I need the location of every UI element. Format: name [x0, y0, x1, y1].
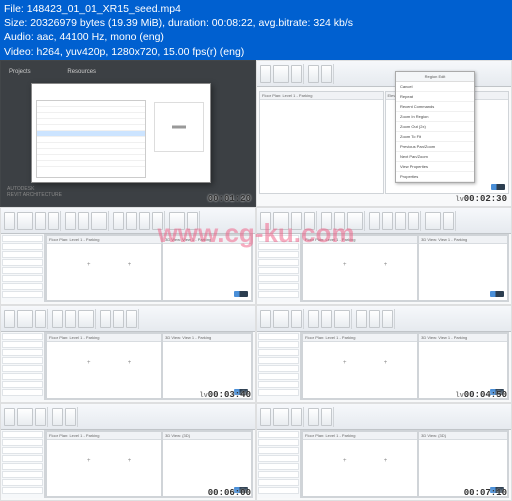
- properties-panel[interactable]: [257, 332, 301, 400]
- revit-brand: AUTODESK REVIT ARCHITECTURE: [7, 186, 62, 198]
- audio-line: Audio: aac, 44100 Hz, mono (eng): [4, 30, 508, 44]
- revit-splash: Projects Resources AUTODESK REVIT ARCHIT…: [1, 61, 255, 206]
- timestamp-0: 00:01:20: [208, 194, 251, 204]
- thumb-6: Floor Plan: Level 1 - Parking 3D View: {…: [0, 403, 256, 501]
- ctx-cancel[interactable]: Cancel: [396, 82, 474, 92]
- timestamp-5: lv00:04:50: [455, 390, 507, 400]
- ctx-zoomin[interactable]: Zoom In Region: [396, 112, 474, 122]
- thumb-7: Floor Plan: Level 1 - Parking 3D View: {…: [256, 403, 512, 501]
- ctx-repeat[interactable]: Repeat: [396, 92, 474, 102]
- thumbnail-grid: Projects Resources AUTODESK REVIT ARCHIT…: [0, 60, 512, 500]
- video-line: Video: h264, yuv420p, 1280x720, 15.00 fp…: [4, 45, 508, 59]
- timestamp-1: lv00:02:30: [455, 194, 507, 204]
- thumb-3: Floor Plan: Level 1 - Parking 3D View: V…: [256, 207, 512, 305]
- ribbon[interactable]: [257, 208, 511, 234]
- splash-tab-resources: Resources: [67, 69, 96, 75]
- size-line: Size: 20326979 bytes (19.39 MiB), durati…: [4, 16, 508, 30]
- thumb-1: Floor Plan: Level 1 - Parking Elevation:…: [256, 60, 512, 207]
- ribbon[interactable]: [1, 306, 255, 332]
- autodesk-logo-icon: [491, 184, 505, 190]
- thumb-0: Projects Resources AUTODESK REVIT ARCHIT…: [0, 60, 256, 207]
- thumb-5: Floor Plan: Level 1 - Parking 3D View: V…: [256, 305, 512, 403]
- ribbon[interactable]: [1, 208, 255, 234]
- autodesk-logo-icon: [490, 291, 504, 297]
- timestamp-4: lv00:03:40: [199, 390, 251, 400]
- properties-panel[interactable]: [1, 430, 45, 498]
- ctx-viewprops[interactable]: View Properties: [396, 162, 474, 172]
- ribbon[interactable]: [257, 404, 511, 430]
- context-menu-title: Region Edit: [396, 72, 474, 82]
- ctx-nextpan[interactable]: Next Pan/Zoom: [396, 152, 474, 162]
- ribbon[interactable]: [1, 404, 255, 430]
- properties-panel[interactable]: [257, 234, 301, 302]
- properties-panel[interactable]: [257, 430, 301, 498]
- properties-panel[interactable]: [1, 234, 45, 302]
- ribbon[interactable]: [257, 306, 511, 332]
- timestamp-7: 00:07:10: [464, 488, 507, 498]
- ctx-zoomout[interactable]: Zoom Out (2x): [396, 122, 474, 132]
- thumb-2: Floor Plan: Level 1 - Parking 3D View: V…: [0, 207, 256, 305]
- pane-floorplan[interactable]: Floor Plan: Level 1 - Parking: [259, 91, 384, 194]
- thumb-4: Floor Plan: Level 1 - Parking 3D View: V…: [0, 305, 256, 403]
- ctx-props[interactable]: Properties: [396, 172, 474, 182]
- timestamp-6: 00:06:00: [208, 488, 251, 498]
- context-menu[interactable]: Region Edit Cancel Repeat Recent Command…: [395, 71, 475, 183]
- open-file-dialog[interactable]: [31, 83, 211, 183]
- splash-tab-projects: Projects: [9, 69, 31, 75]
- file-preview: [154, 102, 204, 152]
- ctx-zoomfit[interactable]: Zoom To Fit: [396, 132, 474, 142]
- ctx-prevpan[interactable]: Previous Pan/Zoom: [396, 142, 474, 152]
- properties-panel[interactable]: [1, 332, 45, 400]
- autodesk-logo-icon: [234, 291, 248, 297]
- file-line: File: 148423_01_01_XR15_seed.mp4: [4, 2, 508, 16]
- file-list[interactable]: [36, 100, 146, 178]
- ctx-recent[interactable]: Recent Commands: [396, 102, 474, 112]
